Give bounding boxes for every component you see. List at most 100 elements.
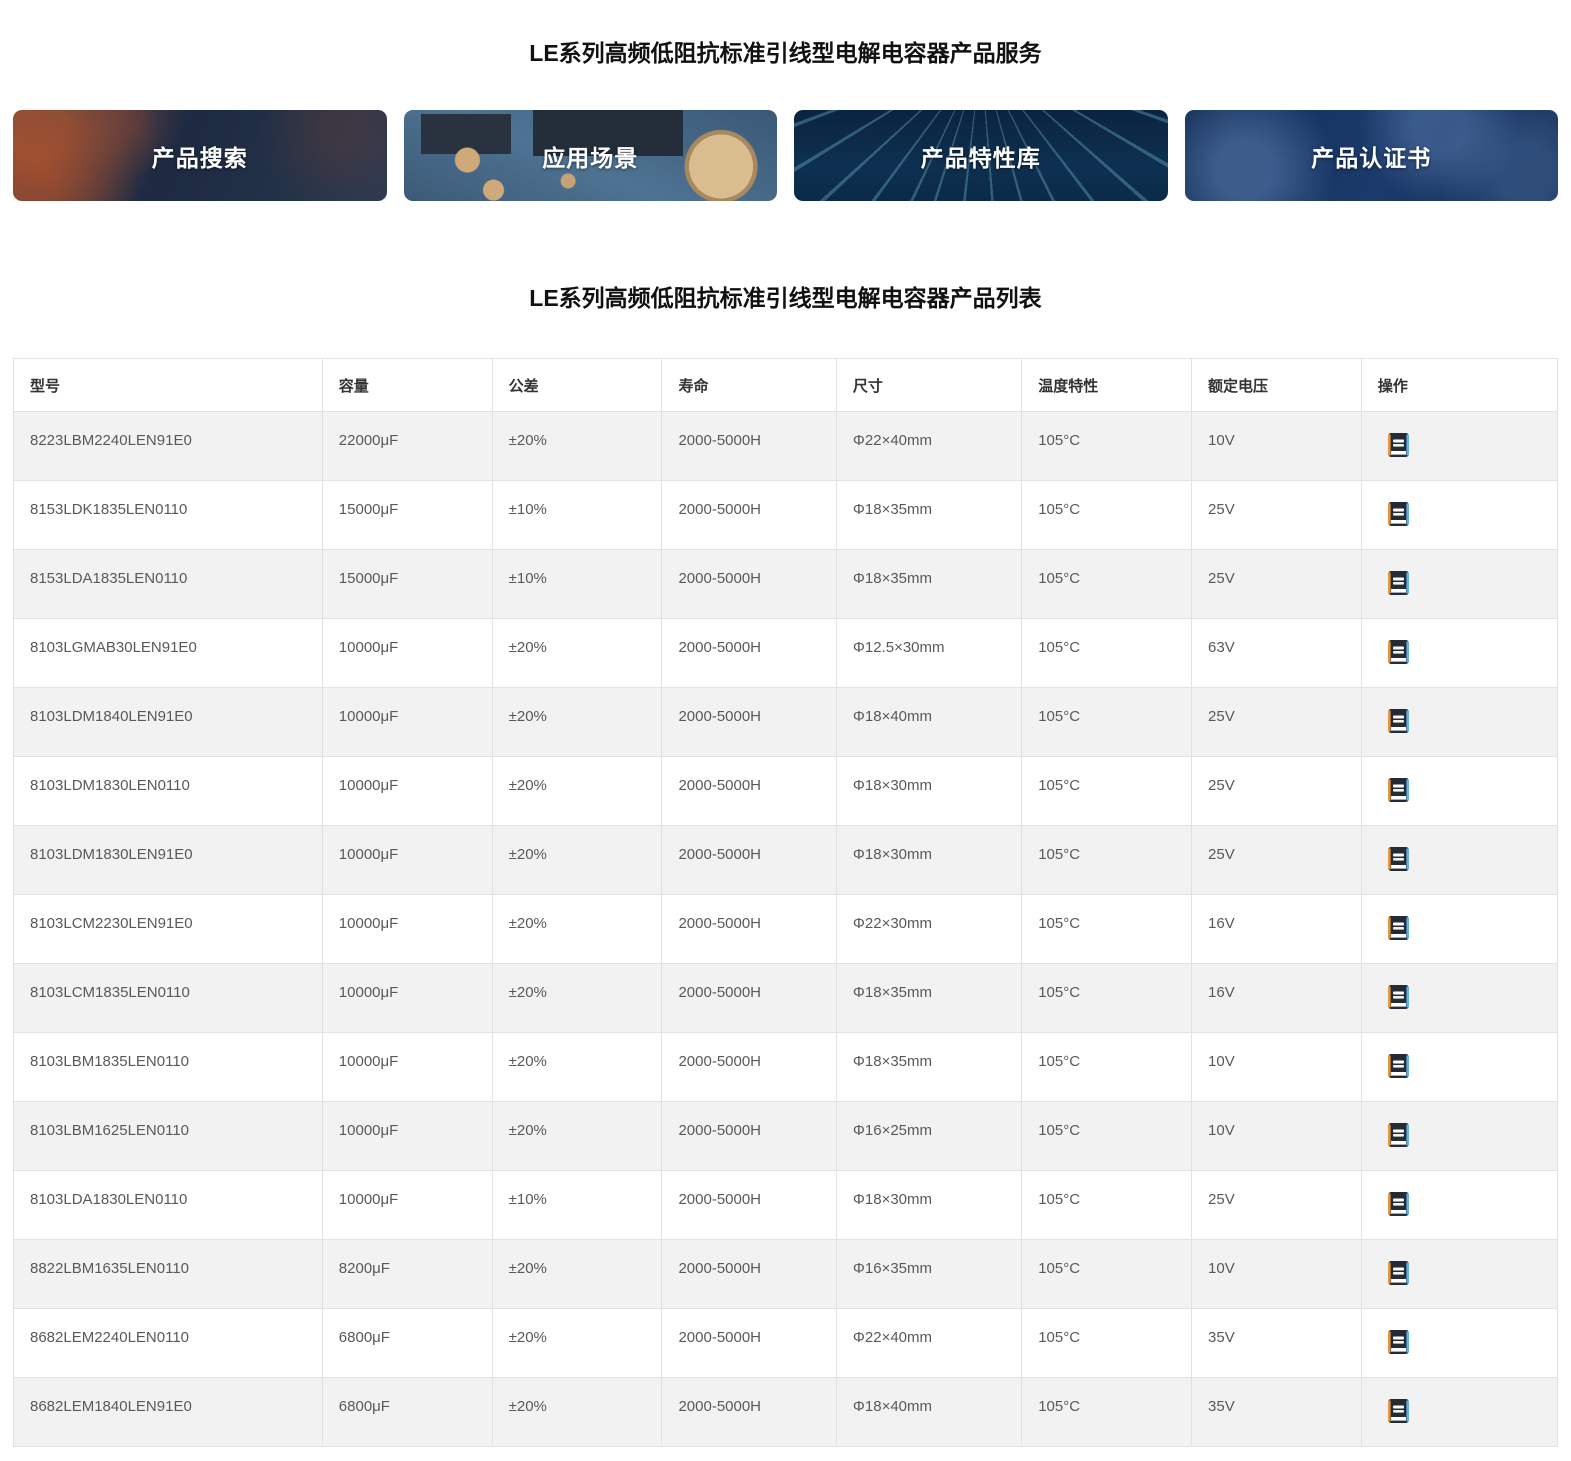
cell-tolerance: ±20% bbox=[492, 1102, 662, 1171]
cell-tolerance: ±20% bbox=[492, 964, 662, 1033]
cell-temperature: 105°C bbox=[1022, 1378, 1192, 1447]
table-row: 8822LBM1635LEN01108200μF±20%2000-5000HΦ1… bbox=[14, 1240, 1558, 1309]
cell-life: 2000-5000H bbox=[662, 412, 836, 481]
cell-capacity: 10000μF bbox=[322, 1102, 492, 1171]
table-row: 8103LDA1830LEN011010000μF±10%2000-5000HΦ… bbox=[14, 1171, 1558, 1240]
book-icon bbox=[1388, 984, 1409, 1010]
cell-voltage: 25V bbox=[1192, 1171, 1362, 1240]
book-icon bbox=[1388, 1122, 1409, 1148]
cell-action bbox=[1361, 1378, 1557, 1447]
cell-temperature: 105°C bbox=[1022, 688, 1192, 757]
table-row: 8682LEM1840LEN91E06800μF±20%2000-5000HΦ1… bbox=[14, 1378, 1558, 1447]
cell-action bbox=[1361, 619, 1557, 688]
cell-tolerance: ±20% bbox=[492, 412, 662, 481]
cell-capacity: 10000μF bbox=[322, 757, 492, 826]
cell-temperature: 105°C bbox=[1022, 895, 1192, 964]
cell-tolerance: ±20% bbox=[492, 1309, 662, 1378]
book-icon bbox=[1388, 777, 1409, 803]
view-datasheet-button[interactable] bbox=[1388, 1398, 1409, 1424]
banner-certificates[interactable]: 产品认证书 bbox=[1185, 110, 1559, 201]
book-icon bbox=[1388, 570, 1409, 596]
cell-action bbox=[1361, 1033, 1557, 1102]
table-row: 8103LDM1840LEN91E010000μF±20%2000-5000HΦ… bbox=[14, 688, 1558, 757]
cell-capacity: 6800μF bbox=[322, 1378, 492, 1447]
banner-application-scenes[interactable]: 应用场景 bbox=[404, 110, 778, 201]
cell-temperature: 105°C bbox=[1022, 826, 1192, 895]
cell-life: 2000-5000H bbox=[662, 826, 836, 895]
col-header-model: 型号 bbox=[14, 359, 323, 412]
banner-product-search[interactable]: 产品搜索 bbox=[13, 110, 387, 201]
cell-voltage: 35V bbox=[1192, 1309, 1362, 1378]
view-datasheet-button[interactable] bbox=[1388, 708, 1409, 734]
table-row: 8103LCM2230LEN91E010000μF±20%2000-5000HΦ… bbox=[14, 895, 1558, 964]
view-datasheet-button[interactable] bbox=[1388, 1053, 1409, 1079]
cell-tolerance: ±20% bbox=[492, 688, 662, 757]
table-row: 8153LDA1835LEN011015000μF±10%2000-5000HΦ… bbox=[14, 550, 1558, 619]
cell-life: 2000-5000H bbox=[662, 1102, 836, 1171]
cell-life: 2000-5000H bbox=[662, 619, 836, 688]
cell-life: 2000-5000H bbox=[662, 1171, 836, 1240]
view-datasheet-button[interactable] bbox=[1388, 501, 1409, 527]
view-datasheet-button[interactable] bbox=[1388, 846, 1409, 872]
book-icon bbox=[1388, 846, 1409, 872]
cell-size: Φ18×35mm bbox=[836, 550, 1021, 619]
product-table-body: 8223LBM2240LEN91E022000μF±20%2000-5000HΦ… bbox=[14, 412, 1558, 1447]
cell-voltage: 16V bbox=[1192, 964, 1362, 1033]
cell-temperature: 105°C bbox=[1022, 1171, 1192, 1240]
cell-life: 2000-5000H bbox=[662, 688, 836, 757]
cell-capacity: 10000μF bbox=[322, 964, 492, 1033]
banner-feature-library[interactable]: 产品特性库 bbox=[794, 110, 1168, 201]
cell-temperature: 105°C bbox=[1022, 964, 1192, 1033]
view-datasheet-button[interactable] bbox=[1388, 1329, 1409, 1355]
cell-action bbox=[1361, 550, 1557, 619]
cell-size: Φ18×40mm bbox=[836, 1378, 1021, 1447]
cell-model: 8103LDM1830LEN0110 bbox=[14, 757, 323, 826]
cell-model: 8103LBM1625LEN0110 bbox=[14, 1102, 323, 1171]
cell-action bbox=[1361, 895, 1557, 964]
view-datasheet-button[interactable] bbox=[1388, 915, 1409, 941]
cell-life: 2000-5000H bbox=[662, 1033, 836, 1102]
page-title: LE系列高频低阻抗标准引线型电解电容器产品服务 bbox=[0, 0, 1571, 68]
view-datasheet-button[interactable] bbox=[1388, 432, 1409, 458]
view-datasheet-button[interactable] bbox=[1388, 570, 1409, 596]
cell-capacity: 22000μF bbox=[322, 412, 492, 481]
cell-size: Φ18×30mm bbox=[836, 1171, 1021, 1240]
cell-action bbox=[1361, 1171, 1557, 1240]
cell-voltage: 25V bbox=[1192, 826, 1362, 895]
cell-capacity: 10000μF bbox=[322, 1171, 492, 1240]
view-datasheet-button[interactable] bbox=[1388, 1191, 1409, 1217]
view-datasheet-button[interactable] bbox=[1388, 984, 1409, 1010]
cell-size: Φ22×40mm bbox=[836, 1309, 1021, 1378]
cell-capacity: 15000μF bbox=[322, 481, 492, 550]
cell-action bbox=[1361, 1240, 1557, 1309]
book-icon bbox=[1388, 501, 1409, 527]
banner-product-search-label: 产品搜索 bbox=[152, 139, 248, 173]
book-icon bbox=[1388, 639, 1409, 665]
cell-tolerance: ±10% bbox=[492, 550, 662, 619]
view-datasheet-button[interactable] bbox=[1388, 1260, 1409, 1286]
cell-life: 2000-5000H bbox=[662, 1240, 836, 1309]
cell-size: Φ18×40mm bbox=[836, 688, 1021, 757]
book-icon bbox=[1388, 915, 1409, 941]
view-datasheet-button[interactable] bbox=[1388, 777, 1409, 803]
table-row: 8682LEM2240LEN01106800μF±20%2000-5000HΦ2… bbox=[14, 1309, 1558, 1378]
cell-model: 8682LEM1840LEN91E0 bbox=[14, 1378, 323, 1447]
cell-model: 8103LGMAB30LEN91E0 bbox=[14, 619, 323, 688]
cell-tolerance: ±20% bbox=[492, 826, 662, 895]
cell-life: 2000-5000H bbox=[662, 895, 836, 964]
view-datasheet-button[interactable] bbox=[1388, 639, 1409, 665]
table-row: 8103LGMAB30LEN91E010000μF±20%2000-5000HΦ… bbox=[14, 619, 1558, 688]
cell-temperature: 105°C bbox=[1022, 757, 1192, 826]
cell-tolerance: ±10% bbox=[492, 481, 662, 550]
table-row: 8103LBM1835LEN011010000μF±20%2000-5000HΦ… bbox=[14, 1033, 1558, 1102]
cell-voltage: 25V bbox=[1192, 481, 1362, 550]
cell-size: Φ18×30mm bbox=[836, 826, 1021, 895]
cell-voltage: 35V bbox=[1192, 1378, 1362, 1447]
book-icon bbox=[1388, 1260, 1409, 1286]
cell-action bbox=[1361, 1102, 1557, 1171]
view-datasheet-button[interactable] bbox=[1388, 1122, 1409, 1148]
cell-voltage: 25V bbox=[1192, 688, 1362, 757]
book-icon bbox=[1388, 432, 1409, 458]
cell-model: 8103LDA1830LEN0110 bbox=[14, 1171, 323, 1240]
cell-life: 2000-5000H bbox=[662, 481, 836, 550]
